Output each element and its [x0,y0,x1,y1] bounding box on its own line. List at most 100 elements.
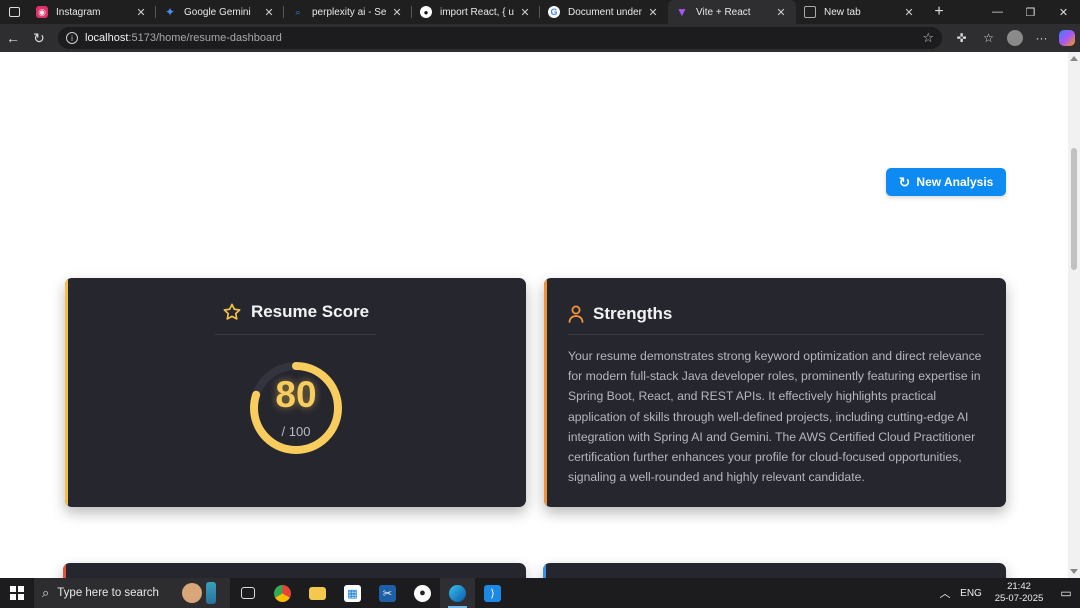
page-viewport: ↻ New Analysis Resume Score 80 / 100 Str… [0,52,1068,578]
new-analysis-label: New Analysis [916,175,994,189]
star-icon [222,302,242,322]
new-analysis-button[interactable]: ↻ New Analysis [886,168,1006,196]
browser-toolbar: ← ↻ i localhost:5173/home/resume-dashboa… [0,24,1080,52]
next-card-right [543,563,1006,578]
tab-actions-menu[interactable] [0,0,28,24]
tab-vite-react[interactable]: ▼ Vite + React ✕ [668,0,796,24]
folder-icon [309,586,326,600]
score-value: 80 [275,374,317,415]
more-menu-icon[interactable]: ··· [1028,31,1055,45]
page-icon [804,6,816,18]
task-view-button[interactable] [230,578,265,608]
taskbar-github-desktop[interactable]: ● [405,578,440,608]
windows-taskbar: ⌕ Type here to search ▦ ✂ ● ⟩ ︿ ENG 21:4… [0,578,1080,608]
close-icon[interactable]: ✕ [134,6,148,19]
profile-avatar[interactable] [1007,30,1023,46]
strengths-header: Strengths [568,304,672,324]
task-view-icon [240,587,255,599]
tab-new-tab[interactable]: New tab ✕ [796,0,924,24]
scroll-up-icon[interactable] [1070,56,1078,61]
close-icon[interactable]: ✕ [646,6,660,19]
tab-import-react[interactable]: ● import React, { useStat ✕ [412,0,540,24]
tab-title: Instagram [56,6,101,18]
start-button[interactable] [0,578,34,608]
url-host: localhost [85,32,129,44]
strengths-body: Your resume demonstrates strong keyword … [568,349,982,485]
browser-tab-strip: ◉ Instagram ✕ ✦ Google Gemini ✕ ⌕ perple… [0,0,1080,24]
refresh-icon[interactable]: ↻ [26,24,52,52]
scroll-down-icon[interactable] [1070,569,1078,574]
taskbar-search-placeholder: Type here to search [57,587,159,599]
strengths-card: Strengths Your resume demonstrates stron… [544,278,1006,507]
copilot-icon[interactable] [1059,30,1075,46]
maximize-icon[interactable]: ❐ [1014,0,1047,24]
next-card-left [63,563,526,578]
chevron-up-icon[interactable]: ︿ [934,585,956,601]
language-indicator[interactable]: ENG [956,588,986,599]
tab-title: perplexity ai - Search [312,6,386,18]
taskbar-chrome[interactable] [265,578,300,608]
tab-title: Vite + React [696,6,751,18]
gemini-icon: ✦ [164,5,176,19]
scrollbar-thumb[interactable] [1071,148,1077,270]
taskbar-store[interactable]: ▦ [335,578,370,608]
close-icon[interactable]: ✕ [902,6,916,19]
tab-perplexity-search[interactable]: ⌕ perplexity ai - Search ✕ [284,0,412,24]
close-icon[interactable]: ✕ [262,6,276,19]
search-icon: ⌕ [295,6,301,17]
close-icon[interactable]: ✕ [390,6,404,19]
taskbar-search[interactable]: ⌕ Type here to search [34,578,230,608]
new-tab-button[interactable]: + [928,3,950,21]
resume-score-title: Resume Score [250,302,370,321]
search-highlight-icon [182,580,222,606]
vscode-icon: ⟩ [484,584,501,602]
tab-google-gemini[interactable]: ✦ Google Gemini ✕ [156,0,284,24]
page-scrollbar[interactable] [1068,52,1080,578]
store-icon: ▦ [344,584,361,602]
toolbar-icons: ✜ ☆ ··· [948,30,1075,46]
github-icon: ● [420,6,432,18]
edge-icon [449,584,466,602]
tab-actions-icon [8,7,20,17]
tab-instagram[interactable]: ◉ Instagram ✕ [28,0,156,24]
notification-icon[interactable]: ▭ [1052,586,1080,600]
tab-title: Document understand [568,6,642,18]
taskbar-edge[interactable] [440,578,475,608]
header-divider [215,334,376,335]
window-controls: — ❐ ✕ [981,0,1080,24]
instagram-icon: ◉ [36,6,48,18]
taskbar-vscode[interactable]: ⟩ [475,578,510,608]
refresh-icon: ↻ [898,173,911,190]
close-icon[interactable]: ✕ [518,6,532,19]
resume-score-header: Resume Score [65,302,526,322]
favorite-star-icon[interactable]: ☆ [922,30,934,46]
tab-title: New tab [824,6,861,18]
back-icon[interactable]: ← [0,24,26,52]
tab-title: Google Gemini [184,6,251,18]
url-path: :5173/home/resume-dashboard [128,32,282,44]
close-icon[interactable]: ✕ [774,6,788,19]
address-bar[interactable]: i localhost:5173/home/resume-dashboard ☆ [58,27,942,49]
windows-logo-icon [10,586,24,600]
chrome-icon [274,584,291,602]
google-icon: G [548,6,560,18]
vite-icon: ▼ [676,5,688,19]
header-divider [568,334,984,335]
clock[interactable]: 21:42 25-07-2025 [986,581,1052,605]
site-info-icon[interactable]: i [66,32,78,44]
favorites-icon[interactable]: ☆ [975,31,1002,45]
github-desktop-icon: ● [414,584,431,602]
close-window-icon[interactable]: ✕ [1047,0,1080,24]
tab-document-understand[interactable]: G Document understand ✕ [540,0,668,24]
extensions-icon[interactable]: ✜ [948,31,975,45]
clock-time: 21:42 [1007,581,1031,592]
search-icon: ⌕ [42,585,50,600]
taskbar-snipping[interactable]: ✂ [370,578,405,608]
system-tray: ︿ ENG 21:42 25-07-2025 ▭ [934,578,1080,608]
taskbar-file-explorer[interactable] [300,578,335,608]
score-max-label: / 100 [281,424,311,439]
tab-title: import React, { useStat [440,6,514,18]
clock-date: 25-07-2025 [994,593,1044,604]
user-icon [568,305,584,323]
minimize-icon[interactable]: — [981,0,1014,24]
